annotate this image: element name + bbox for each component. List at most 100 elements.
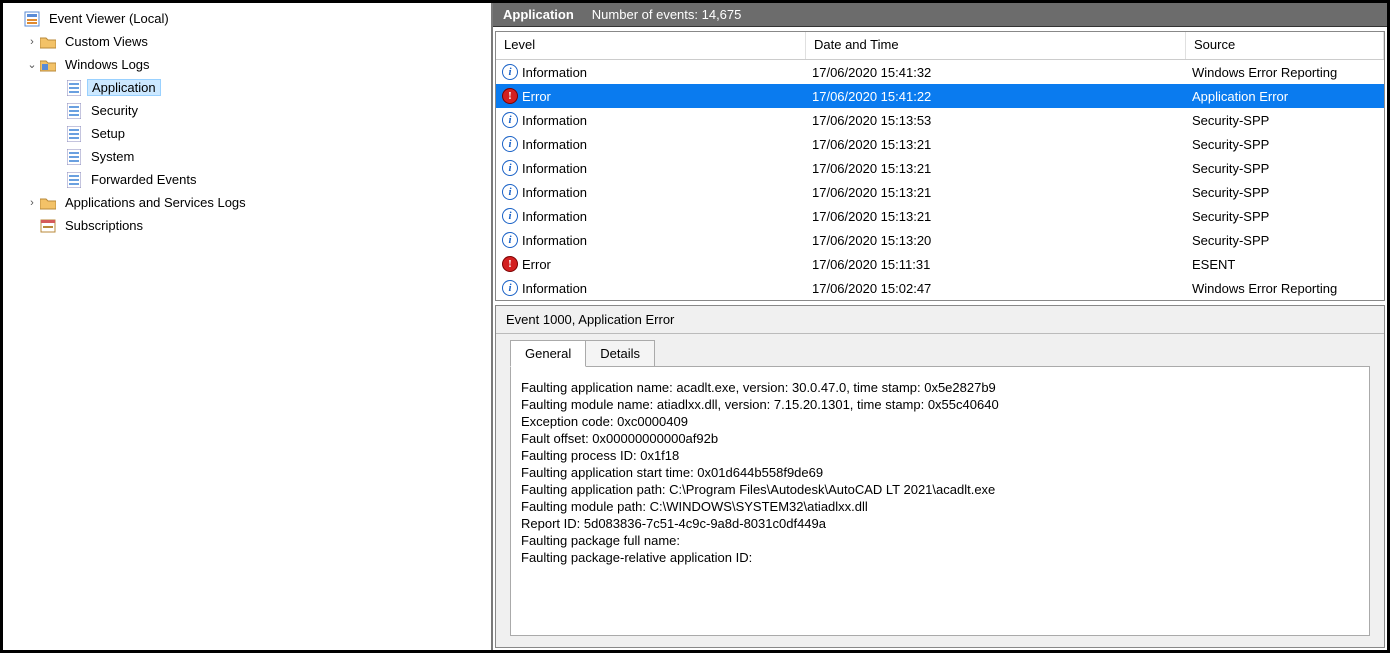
event-row[interactable]: i Information 17/06/2020 15:13:21Security-… bbox=[496, 156, 1384, 180]
info-icon: i bbox=[502, 112, 518, 128]
column-level[interactable]: Level bbox=[496, 32, 806, 59]
event-date: 17/06/2020 15:13:20 bbox=[806, 233, 1186, 248]
tab-general[interactable]: General bbox=[510, 340, 586, 367]
log-name: Application bbox=[503, 7, 574, 22]
tree-label: Windows Logs bbox=[61, 57, 154, 72]
tree-label: Setup bbox=[87, 126, 129, 141]
tree-label: Application bbox=[87, 79, 161, 96]
tree-system[interactable]: System bbox=[3, 145, 491, 168]
content-panel: Application Number of events: 14,675 Lev… bbox=[493, 3, 1387, 650]
event-row[interactable]: i Information 17/06/2020 15:13:21Security-… bbox=[496, 132, 1384, 156]
tree-root[interactable]: Event Viewer (Local) bbox=[3, 7, 491, 30]
event-source: Security-SPP bbox=[1186, 185, 1384, 200]
event-row[interactable]: i Information 17/06/2020 15:13:53Security-… bbox=[496, 108, 1384, 132]
folder-icon bbox=[39, 34, 57, 50]
event-source: Security-SPP bbox=[1186, 209, 1384, 224]
info-icon: i bbox=[502, 184, 518, 200]
expander-icon[interactable]: › bbox=[25, 197, 39, 209]
tree-subscriptions[interactable]: Subscriptions bbox=[3, 214, 491, 237]
event-row[interactable]: i Information 17/06/2020 15:41:32Windows E… bbox=[496, 60, 1384, 84]
event-row[interactable]: i Information 17/06/2020 15:13:21Security-… bbox=[496, 180, 1384, 204]
tree-forwarded[interactable]: Forwarded Events bbox=[3, 168, 491, 191]
event-source: Security-SPP bbox=[1186, 233, 1384, 248]
info-icon: i bbox=[502, 208, 518, 224]
log-icon bbox=[65, 80, 83, 96]
event-source: Security-SPP bbox=[1186, 113, 1384, 128]
event-row[interactable]: i Information 17/06/2020 15:13:20Security-… bbox=[496, 228, 1384, 252]
log-icon bbox=[65, 172, 83, 188]
event-row[interactable]: ! Error 17/06/2020 15:41:22Application Err… bbox=[496, 84, 1384, 108]
tree-setup[interactable]: Setup bbox=[3, 122, 491, 145]
log-icon bbox=[65, 126, 83, 142]
event-source: Security-SPP bbox=[1186, 161, 1384, 176]
detail-title: Event 1000, Application Error bbox=[496, 306, 1384, 334]
tree-security[interactable]: Security bbox=[3, 99, 491, 122]
event-row[interactable]: i Information 17/06/2020 15:02:47Windows E… bbox=[496, 276, 1384, 300]
tree-apps-services[interactable]: › Applications and Services Logs bbox=[3, 191, 491, 214]
event-level: Information bbox=[522, 113, 587, 128]
error-icon: ! bbox=[502, 256, 518, 272]
event-date: 17/06/2020 15:11:31 bbox=[806, 257, 1186, 272]
event-source: Windows Error Reporting bbox=[1186, 65, 1384, 80]
tree-label: Security bbox=[87, 103, 142, 118]
tree-label: Custom Views bbox=[61, 34, 152, 49]
info-icon: i bbox=[502, 232, 518, 248]
event-date: 17/06/2020 15:13:21 bbox=[806, 209, 1186, 224]
event-date: 17/06/2020 15:02:47 bbox=[806, 281, 1186, 296]
event-row[interactable]: ! Error 17/06/2020 15:11:31ESENT bbox=[496, 252, 1384, 276]
info-icon: i bbox=[502, 160, 518, 176]
event-date: 17/06/2020 15:41:32 bbox=[806, 65, 1186, 80]
event-level: Information bbox=[522, 209, 587, 224]
column-source[interactable]: Source bbox=[1186, 32, 1384, 59]
event-level: Information bbox=[522, 65, 587, 80]
event-date: 17/06/2020 15:13:21 bbox=[806, 185, 1186, 200]
column-date[interactable]: Date and Time bbox=[806, 32, 1186, 59]
info-icon: i bbox=[502, 280, 518, 296]
tab-details[interactable]: Details bbox=[585, 340, 655, 367]
event-level: Error bbox=[522, 257, 551, 272]
log-icon bbox=[65, 149, 83, 165]
event-date: 17/06/2020 15:41:22 bbox=[806, 89, 1186, 104]
event-level: Information bbox=[522, 233, 587, 248]
subscription-icon bbox=[39, 218, 57, 234]
event-detail-pane: Event 1000, Application Error General De… bbox=[495, 305, 1385, 648]
tree-application[interactable]: Application bbox=[3, 76, 491, 99]
error-icon: ! bbox=[502, 88, 518, 104]
folder-icon bbox=[39, 195, 57, 211]
log-icon bbox=[65, 103, 83, 119]
tree-windows-logs[interactable]: ⌄ Windows Logs bbox=[3, 53, 491, 76]
event-level: Error bbox=[522, 89, 551, 104]
navigation-tree[interactable]: Event Viewer (Local) › Custom Views ⌄ Wi… bbox=[3, 3, 493, 650]
event-viewer-window: Event Viewer (Local) › Custom Views ⌄ Wi… bbox=[3, 3, 1387, 650]
event-date: 17/06/2020 15:13:53 bbox=[806, 113, 1186, 128]
tree-label: Applications and Services Logs bbox=[61, 195, 250, 210]
column-headers[interactable]: Level Date and Time Source bbox=[496, 32, 1384, 60]
tree-custom-views[interactable]: › Custom Views bbox=[3, 30, 491, 53]
info-icon: i bbox=[502, 136, 518, 152]
tree-label: Forwarded Events bbox=[87, 172, 201, 187]
event-list[interactable]: Level Date and Time Source i Information 1… bbox=[495, 31, 1385, 301]
folder-open-icon bbox=[39, 57, 57, 73]
tree-label: Event Viewer (Local) bbox=[45, 11, 173, 26]
event-source: Application Error bbox=[1186, 89, 1384, 104]
event-level: Information bbox=[522, 185, 587, 200]
log-header: Application Number of events: 14,675 bbox=[493, 3, 1387, 27]
expander-icon[interactable]: › bbox=[25, 36, 39, 48]
event-date: 17/06/2020 15:13:21 bbox=[806, 161, 1186, 176]
tree-label: Subscriptions bbox=[61, 218, 147, 233]
expander-icon[interactable]: ⌄ bbox=[25, 58, 39, 71]
detail-tabs: General Details bbox=[496, 334, 1384, 367]
event-level: Information bbox=[522, 137, 587, 152]
event-level: Information bbox=[522, 281, 587, 296]
event-source: Security-SPP bbox=[1186, 137, 1384, 152]
event-source: ESENT bbox=[1186, 257, 1384, 272]
event-row[interactable]: i Information 17/06/2020 15:13:21Security-… bbox=[496, 204, 1384, 228]
info-icon: i bbox=[502, 64, 518, 80]
event-level: Information bbox=[522, 161, 587, 176]
event-viewer-icon bbox=[23, 11, 41, 27]
event-source: Windows Error Reporting bbox=[1186, 281, 1384, 296]
event-date: 17/06/2020 15:13:21 bbox=[806, 137, 1186, 152]
detail-body[interactable]: Faulting application name: acadlt.exe, v… bbox=[510, 366, 1370, 636]
event-count: Number of events: 14,675 bbox=[592, 7, 742, 22]
tree-label: System bbox=[87, 149, 138, 164]
